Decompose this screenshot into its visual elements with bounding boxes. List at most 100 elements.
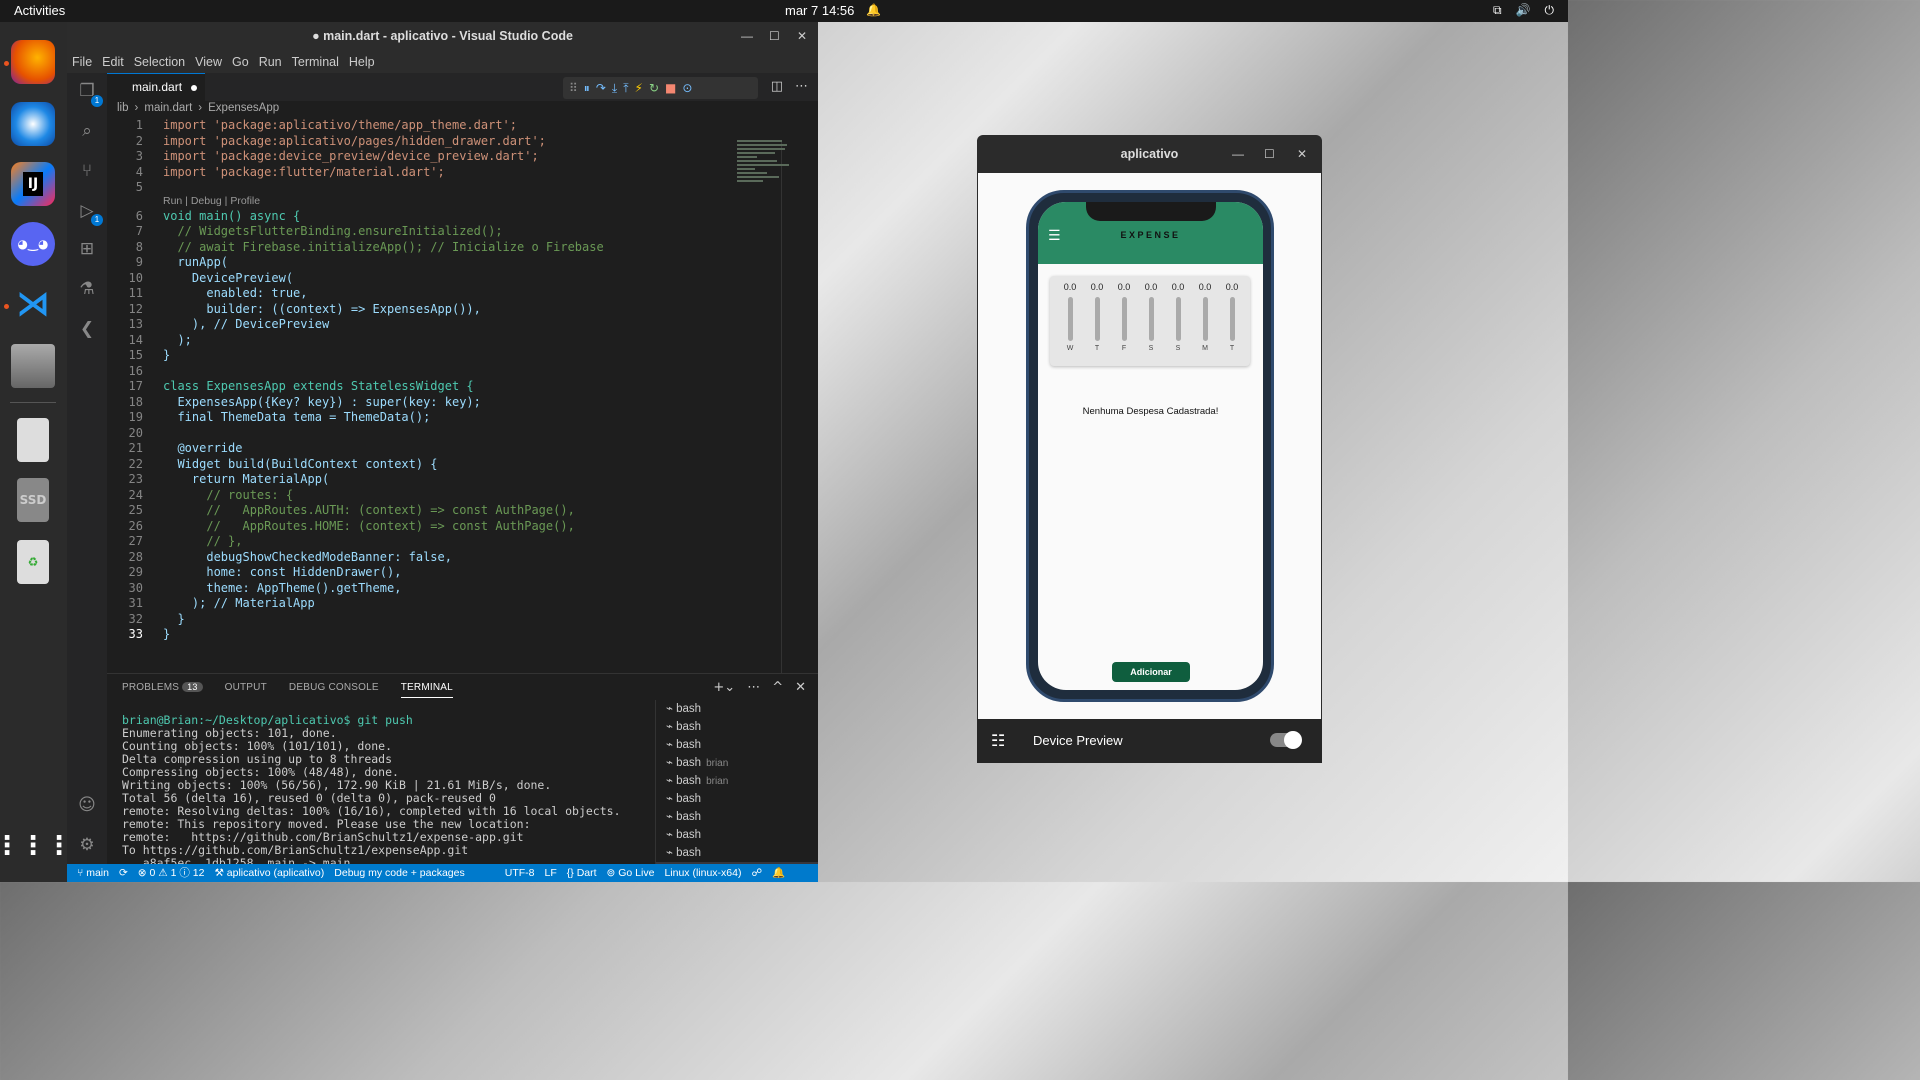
terminal-instance[interactable]: ⌁ bash	[656, 700, 818, 718]
tab-terminal[interactable]: TERMINAL	[400, 682, 453, 698]
bar-value-label: 0.0	[1063, 282, 1077, 292]
chart-bar-column: 0.0 W	[1057, 282, 1083, 352]
terminal-list: ⌁ bash ⌁ bash ⌁ bash ⌁ bash brian ⌁ bash brian…	[655, 700, 818, 880]
intellij-icon[interactable]: IJ	[11, 162, 55, 206]
hot-reload-icon[interactable]: ⚡	[635, 81, 643, 95]
bar-track	[1121, 297, 1127, 341]
terminal-instance[interactable]: ⌁ bash	[656, 718, 818, 736]
discord-icon[interactable]: ◕‿◕	[11, 222, 55, 266]
step-into-icon[interactable]: ⤓	[612, 81, 617, 96]
extensions-icon[interactable]: ⊞	[75, 237, 99, 261]
code-line: import 'package:aplicativo/theme/app_the…	[163, 118, 518, 132]
files-icon[interactable]	[11, 344, 55, 388]
terminal-instance[interactable]: ⌁ bash	[656, 808, 818, 826]
breadcrumb-file[interactable]: main.dart	[144, 102, 192, 118]
minimize-icon[interactable]: —	[741, 29, 753, 43]
add-button[interactable]: Adicionar	[1112, 662, 1190, 682]
tab-debug-console[interactable]: DEBUG CONSOLE	[289, 682, 379, 698]
bell-icon[interactable]: 🔔	[866, 3, 881, 17]
bar-value-label: 0.0	[1117, 282, 1131, 292]
code-line: ), // DevicePreview	[163, 317, 330, 331]
status-debug-mode[interactable]: Debug my code + packages	[334, 864, 464, 882]
menu-go[interactable]: Go	[232, 51, 249, 73]
thunderbird-icon[interactable]	[11, 102, 55, 146]
terminal-output[interactable]: brian@Brian:~/Desktop/aplicativo$ git pu…	[122, 714, 621, 883]
close-icon[interactable]: ✕	[797, 29, 807, 43]
status-branch[interactable]: ⑂ main	[77, 864, 109, 882]
maximize-icon[interactable]: ☐	[769, 29, 780, 43]
maximize-panel-icon[interactable]: ^	[772, 680, 783, 695]
terminal-instance[interactable]: ⌁ bash	[656, 826, 818, 844]
close-panel-icon[interactable]: ✕	[795, 680, 806, 695]
menu-run[interactable]: Run	[259, 51, 282, 73]
step-out-icon[interactable]: ⤒	[623, 81, 628, 96]
step-over-icon[interactable]: ↷	[596, 81, 606, 95]
status-language[interactable]: {} Dart	[567, 864, 597, 882]
minimize-icon[interactable]: —	[1232, 147, 1244, 161]
inspect-icon[interactable]: ⊙	[682, 81, 692, 95]
terminal-instance[interactable]: ⌁ bash brian	[656, 754, 818, 772]
status-platform[interactable]: Linux (linux-x64)	[664, 864, 741, 882]
minimap[interactable]	[737, 140, 792, 200]
terminal-instance[interactable]: ⌁ bash brian	[656, 772, 818, 790]
trash-icon[interactable]: ♻	[17, 540, 49, 584]
code-line: ExpensesApp({Key? key}) : super(key: key…	[163, 394, 481, 409]
close-icon[interactable]: ✕	[1297, 147, 1307, 161]
search-icon[interactable]: ⌕	[75, 119, 99, 143]
flutter-icon[interactable]: ❮	[75, 317, 99, 341]
clock[interactable]: mar 7 14:56	[785, 3, 854, 18]
terminal-instance[interactable]: ⌁ bash	[656, 844, 818, 862]
tab-main-dart[interactable]: main.dart	[107, 73, 205, 101]
stop-icon[interactable]: ■	[665, 81, 676, 95]
line-number: 10	[128, 270, 143, 285]
chart-bar-column: 0.0 T	[1084, 282, 1110, 352]
settings-gear-icon[interactable]: ⚙	[75, 833, 99, 857]
restart-icon[interactable]: ↻	[649, 81, 659, 95]
status-problems[interactable]: ⊗ 0 ⚠ 1 ⓘ 12	[138, 864, 205, 882]
breadcrumb-symbol[interactable]: ExpensesApp	[208, 102, 279, 118]
vscode-icon[interactable]: ⋊	[11, 282, 55, 326]
notifications-icon[interactable]: 🔔	[772, 864, 785, 882]
menu-selection[interactable]: Selection	[134, 51, 185, 73]
new-terminal-icon[interactable]: +⌄	[713, 680, 735, 695]
drive-icon[interactable]	[17, 418, 49, 462]
sync-icon[interactable]: ⟳	[119, 864, 128, 882]
line-number: 32	[128, 611, 143, 626]
code-editor[interactable]: 1 import 'package:aplicativo/theme/app_th…	[107, 118, 818, 673]
menu-help[interactable]: Help	[349, 51, 375, 73]
show-apps-icon[interactable]: ⋮⋮⋮	[0, 824, 72, 868]
firefox-icon[interactable]	[11, 40, 55, 84]
menu-file[interactable]: File	[72, 51, 92, 73]
code-line: // WidgetsFlutterBinding.ensureInitializ…	[163, 224, 503, 238]
tab-problems[interactable]: PROBLEMS 13	[122, 682, 203, 698]
terminal-instance[interactable]: ⌁ bash	[656, 790, 818, 808]
menu-edit[interactable]: Edit	[102, 51, 124, 73]
preview-toggle[interactable]	[1270, 731, 1302, 749]
pause-icon[interactable]: ⏸	[584, 81, 590, 96]
source-control-icon[interactable]: ⑂	[75, 159, 99, 183]
status-golive[interactable]: ⊚ Go Live	[607, 864, 655, 882]
more-icon[interactable]: ⋯	[747, 680, 760, 695]
activities-button[interactable]: Activities	[14, 3, 65, 18]
tab-output[interactable]: OUTPUT	[225, 682, 267, 698]
system-tray[interactable]: ⧉ 🔊 ⏻	[1493, 3, 1554, 18]
terminal-instance[interactable]: ⌁ bash	[656, 736, 818, 754]
drag-handle-icon[interactable]: ⠿	[569, 81, 578, 95]
status-encoding[interactable]: UTF-8	[505, 864, 535, 882]
more-actions-icon[interactable]: ⋯	[795, 79, 808, 94]
feedback-icon[interactable]: ☍	[751, 864, 762, 882]
status-project[interactable]: ⚒ aplicativo (aplicativo)	[214, 864, 324, 882]
status-eol[interactable]: LF	[544, 864, 556, 882]
settings-sliders-icon[interactable]: ☷	[991, 731, 1005, 750]
phone-screen: ☰ EXPENSE 0.0 W 0.0 T 0.0 F 0.0 S 0.0 S 0.0 M 0.0 T N…	[1038, 202, 1263, 690]
testing-icon[interactable]: ⚗	[75, 277, 99, 301]
menu-terminal[interactable]: Terminal	[292, 51, 339, 73]
split-editor-icon[interactable]: ◫	[771, 79, 783, 94]
ssd-icon[interactable]: SSD	[17, 478, 49, 522]
codelens-run-debug[interactable]: Run | Debug | Profile	[163, 195, 260, 207]
maximize-icon[interactable]: ☐	[1264, 147, 1275, 161]
unsaved-dot-icon[interactable]	[191, 85, 197, 91]
menu-view[interactable]: View	[195, 51, 222, 73]
breadcrumb-folder[interactable]: lib	[117, 102, 129, 118]
account-icon[interactable]: ☺	[75, 793, 99, 817]
